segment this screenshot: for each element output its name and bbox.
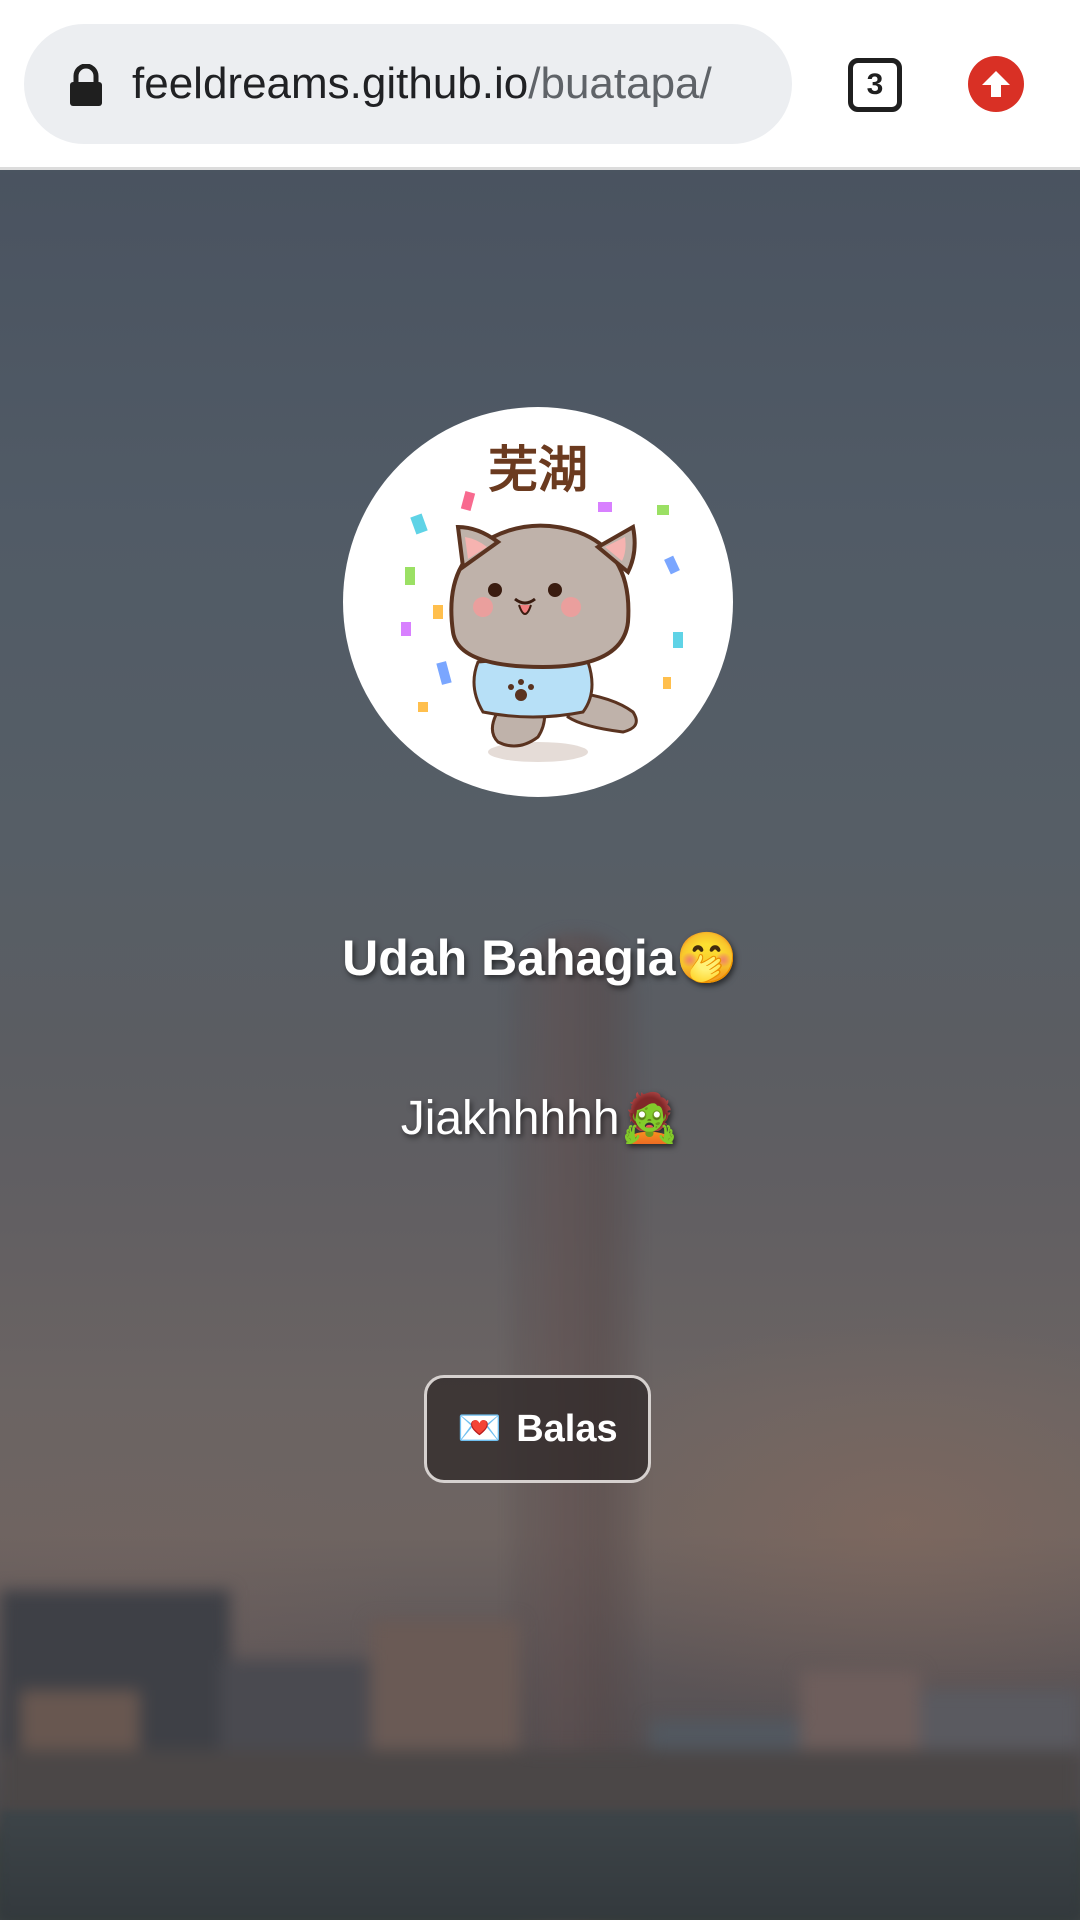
tab-count: 3 (866, 68, 884, 101)
reply-button[interactable]: 💌 Balas (424, 1375, 651, 1483)
avatar-caption: 芜湖 (488, 441, 588, 499)
love-letter-icon: 💌 (457, 1408, 503, 1449)
arrow-up-icon[interactable] (968, 56, 1024, 112)
url-path: /buatapa/ (528, 59, 712, 108)
headline-text: Udah Bahagia🤭 (342, 930, 738, 986)
lock-icon[interactable] (66, 63, 106, 108)
cat-sticker-image: 芜湖 (401, 441, 683, 762)
reply-button-label: Balas (516, 1407, 618, 1450)
avatar: 芜湖 (343, 407, 733, 797)
tab-switcher-button[interactable]: 3 (848, 58, 902, 112)
url-text[interactable]: feeldreams.github.io/buatapa/ (132, 24, 712, 144)
subline-text: Jiakhhhhh🧟 (400, 1092, 680, 1145)
page-content: 芜湖 Udah Bahagia🤭 Jiakhhhhh🧟 💌 Balas (0, 173, 1080, 1920)
address-bar[interactable]: feeldreams.github.io/buatapa/ (24, 24, 792, 144)
background-water (0, 1810, 1080, 1920)
browser-toolbar: feeldreams.github.io/buatapa/ 3 (0, 0, 1080, 170)
url-host: feeldreams.github.io (132, 59, 529, 108)
